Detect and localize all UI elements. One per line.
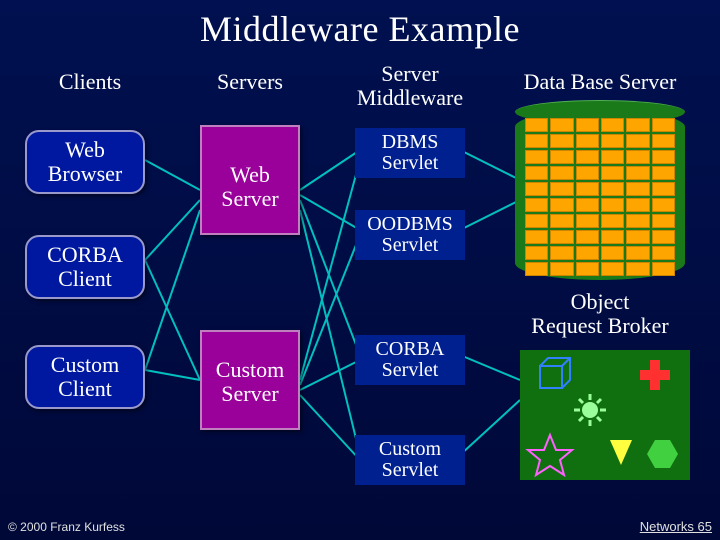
client-box-web-browser: Web Browser [25, 130, 145, 194]
column-header-clients: Clients [40, 70, 140, 94]
column-header-middleware: Server Middleware [345, 62, 475, 110]
page-number: Networks 65 [640, 519, 712, 534]
servlet-oodbms: OODBMS Servlet [355, 210, 465, 260]
servlet-corba: CORBA Servlet [355, 335, 465, 385]
client-box-corba-client: CORBA Client [25, 235, 145, 299]
orb-box [520, 350, 690, 480]
client-box-custom-client: Custom Client [25, 345, 145, 409]
database-cylinder [515, 100, 685, 290]
column-header-database: Data Base Server [500, 70, 700, 94]
servlet-custom: Custom Servlet [355, 435, 465, 485]
server-box-custom-server: Custom Server [200, 330, 300, 430]
orb-shapes [520, 350, 690, 480]
server-box-web-server: Web Server [200, 125, 300, 235]
slide-title: Middleware Example [0, 0, 720, 50]
column-header-servers: Servers [200, 70, 300, 94]
servlet-dbms: DBMS Servlet [355, 128, 465, 178]
diagram-area: Clients Servers Server Middleware Data B… [0, 60, 720, 500]
database-cells [525, 118, 675, 276]
copyright-footer: © 2000 Franz Kurfess [8, 520, 125, 534]
orb-label: Object Request Broker [510, 290, 690, 338]
